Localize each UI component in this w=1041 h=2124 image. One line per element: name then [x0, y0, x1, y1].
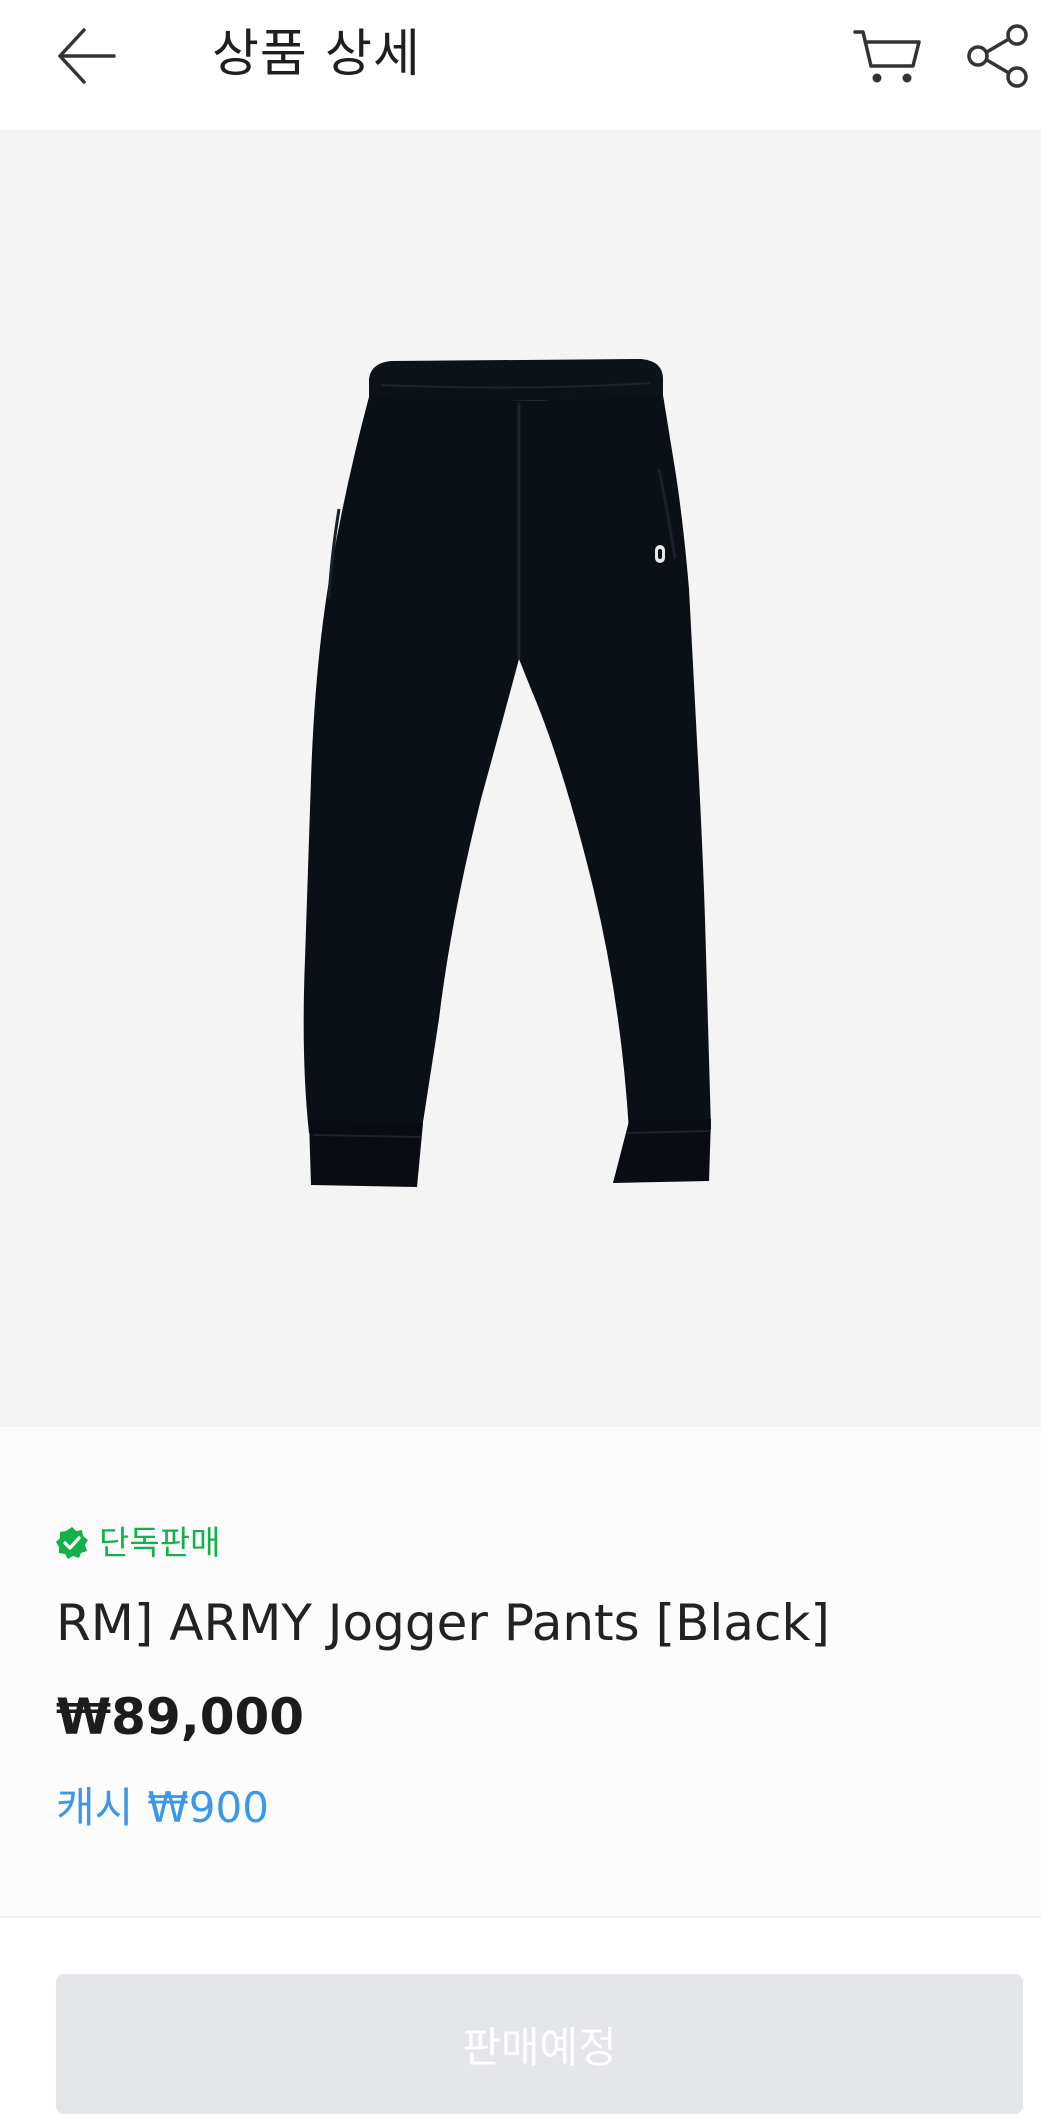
page-title: 상품 상세: [212, 25, 421, 84]
upcoming-sale-button[interactable]: 판매예정: [56, 1974, 1023, 2114]
back-button[interactable]: [46, 16, 126, 96]
cash-reward: 캐시 ₩900: [56, 1781, 269, 1835]
share-button[interactable]: [956, 14, 1040, 98]
app-header: 상품 상세: [0, 0, 1041, 130]
cart-button[interactable]: [846, 14, 930, 98]
verified-badge-icon: [56, 1527, 88, 1559]
product-name: RM] ARMY Jogger Pants [Black]: [56, 1594, 830, 1652]
jogger-pants-image: [303, 358, 711, 1187]
cash-value: ₩900: [147, 1783, 269, 1832]
share-icon: [967, 24, 1028, 88]
exclusive-label: 단독판매: [99, 1523, 221, 1562]
cart-icon: [853, 30, 921, 83]
product-info: 단독판매 RM] ARMY Jogger Pants [Black] ₩89,0…: [0, 1427, 1041, 1916]
cash-label: 캐시: [56, 1783, 134, 1832]
exclusive-badge: 단독판매: [55, 1522, 220, 1564]
bottom-action-bar: 판매예정: [0, 1918, 1041, 2124]
product-image-area[interactable]: [0, 130, 1041, 1427]
product-price: ₩89,000: [56, 1688, 305, 1746]
arrow-left-icon: [58, 28, 116, 84]
